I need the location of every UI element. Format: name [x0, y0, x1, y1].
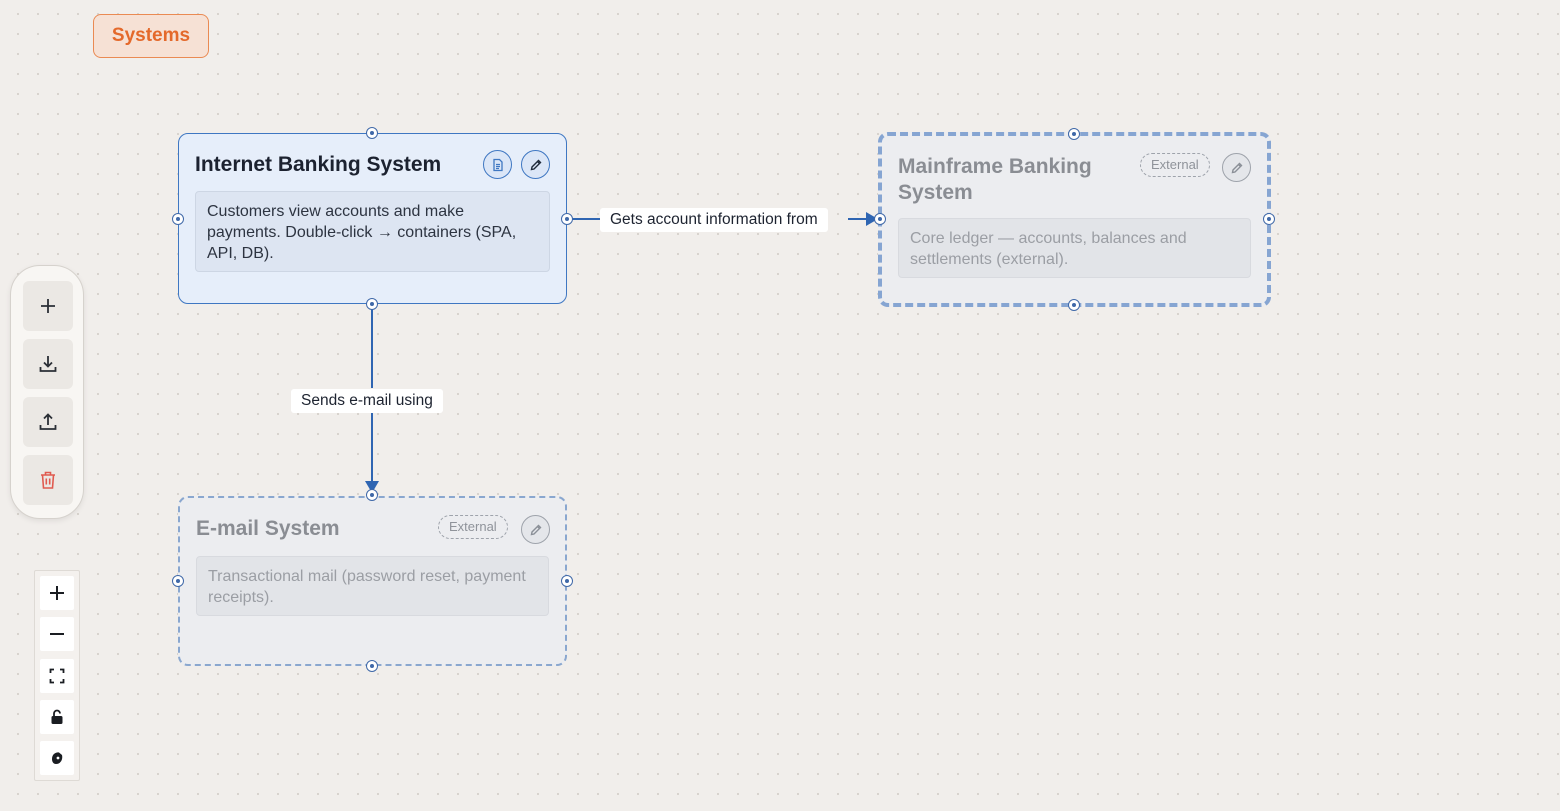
breadcrumb-label: Systems [111, 25, 191, 46]
node-description: Transactional mail (password reset, paym… [196, 556, 549, 616]
handle-bottom[interactable] [1068, 299, 1080, 311]
handle-right[interactable] [1263, 213, 1275, 225]
delete-button[interactable] [23, 455, 73, 505]
edit-button[interactable] [521, 150, 550, 179]
unlock-icon [51, 709, 63, 724]
edge-label[interactable]: Gets account information from [600, 208, 828, 232]
pencil-icon [1231, 162, 1242, 173]
fit-view-icon [49, 668, 65, 684]
handle-left[interactable] [172, 575, 184, 587]
handle-left[interactable] [874, 213, 886, 225]
node-title: Internet Banking System [195, 153, 442, 176]
node-email-system[interactable]: E-mail System External Transactional mai… [178, 496, 567, 666]
node-title: E-mail System [196, 517, 340, 540]
edge-layer [365, 212, 878, 493]
trash-icon [41, 471, 55, 489]
node-mainframe-banking-system[interactable]: Mainframe Banking System External Core l… [878, 132, 1271, 307]
handle-left[interactable] [172, 213, 184, 225]
handle-top[interactable] [1068, 128, 1080, 140]
handle-right[interactable] [561, 575, 573, 587]
import-button[interactable] [23, 339, 73, 389]
plus-icon [50, 586, 64, 600]
download-icon [39, 356, 57, 372]
fit-view-button[interactable] [40, 659, 74, 693]
minimap-button[interactable] [40, 741, 74, 775]
node-internet-banking-system[interactable]: Internet Banking System Customers view a… [178, 133, 567, 304]
document-icon [492, 158, 503, 171]
breadcrumb-systems[interactable]: Systems [93, 14, 209, 58]
upload-icon [39, 413, 57, 430]
node-title: Mainframe Banking System [898, 155, 1092, 204]
handle-top[interactable] [366, 489, 378, 501]
handle-bottom[interactable] [366, 298, 378, 310]
docs-button[interactable] [483, 150, 512, 179]
pencil-icon [530, 524, 541, 535]
edit-button[interactable] [1222, 153, 1251, 182]
export-button[interactable] [23, 397, 73, 447]
handle-bottom[interactable] [366, 660, 378, 672]
external-badge: External [1140, 153, 1210, 177]
zoom-out-button[interactable] [40, 617, 74, 651]
lock-toggle-button[interactable] [40, 700, 74, 734]
minus-icon [50, 633, 64, 635]
node-description: Customers view accounts and make payment… [195, 191, 550, 272]
zoom-in-button[interactable] [40, 576, 74, 610]
minimap-icon [52, 752, 63, 764]
edit-button[interactable] [521, 515, 550, 544]
handle-right[interactable] [561, 213, 573, 225]
zoom-controls [34, 570, 80, 781]
edge-label[interactable]: Sends e-mail using [291, 389, 443, 413]
plus-icon [41, 299, 55, 313]
pencil-icon [530, 159, 541, 170]
external-badge: External [438, 515, 508, 539]
handle-top[interactable] [366, 127, 378, 139]
node-description: Core ledger — accounts, balances and set… [898, 218, 1251, 278]
add-node-button[interactable] [23, 281, 73, 331]
canvas-toolbar [10, 265, 84, 519]
